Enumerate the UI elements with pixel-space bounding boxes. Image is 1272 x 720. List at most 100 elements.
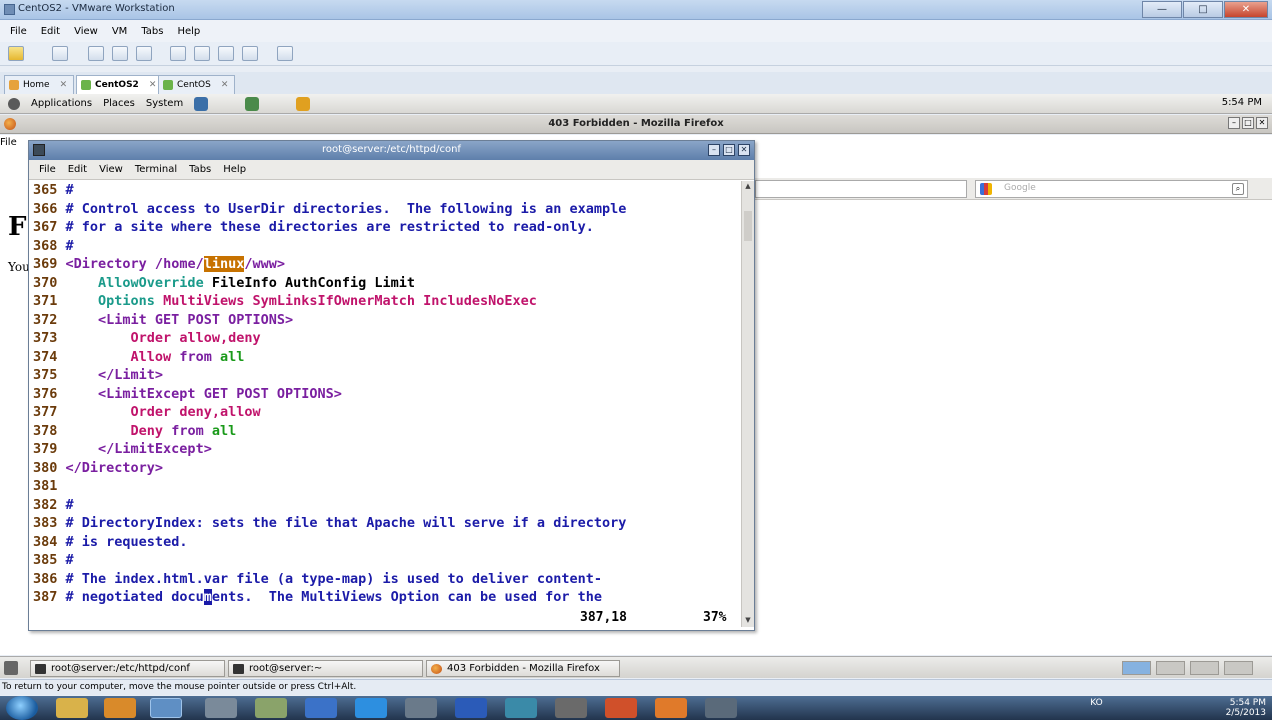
app-icon[interactable] <box>205 698 237 718</box>
app-icon[interactable] <box>555 698 587 718</box>
code-line: 367 # for a site where these directories… <box>33 219 594 235</box>
language-indicator[interactable]: KO <box>1090 698 1103 708</box>
terminal-window[interactable]: root@server:/etc/httpd/conf – □ ✕ File E… <box>28 140 755 631</box>
send-ctrl-alt-del-icon[interactable] <box>52 46 68 61</box>
media-player-icon[interactable] <box>104 698 136 718</box>
panel-clock[interactable]: 5:54 PM <box>1222 97 1262 108</box>
scroll-down-icon[interactable]: ▼ <box>743 616 753 626</box>
view-thumbnail-icon[interactable] <box>194 46 210 61</box>
app-icon[interactable] <box>705 698 737 718</box>
scroll-thumb[interactable] <box>744 211 752 241</box>
network-icon[interactable] <box>194 96 209 111</box>
panel-applications-menu[interactable]: Applications <box>31 98 92 109</box>
app-icon[interactable] <box>405 698 437 718</box>
close-tab-icon[interactable]: ✕ <box>149 80 157 90</box>
panel-places-menu[interactable]: Places <box>103 98 135 109</box>
update-icon[interactable] <box>296 96 311 111</box>
minimize-button[interactable]: – <box>708 144 720 156</box>
close-button[interactable]: ✕ <box>1256 117 1268 129</box>
powerpoint-icon[interactable] <box>605 698 637 718</box>
code-line: 365 # <box>33 182 74 198</box>
taskbar-item-firefox[interactable]: 403 Forbidden - Mozilla Firefox <box>426 660 620 677</box>
scroll-up-icon[interactable]: ▲ <box>743 182 753 192</box>
app-icon[interactable] <box>505 698 537 718</box>
code-line: 381 <box>33 478 58 494</box>
code-line: 385 # <box>33 552 74 568</box>
vmware-titlebar: CentOS2 - VMware Workstation — □ ✕ <box>0 0 1272 20</box>
console-view-icon[interactable] <box>277 46 293 61</box>
search-box[interactable]: Google ⌕ <box>975 180 1248 198</box>
power-icon[interactable] <box>8 46 24 61</box>
close-button[interactable]: ✕ <box>1224 1 1268 18</box>
terminal-titlebar: root@server:/etc/httpd/conf – □ ✕ <box>29 141 754 160</box>
vmware-taskbar-icon[interactable] <box>150 698 182 718</box>
revert-snapshot-icon[interactable] <box>112 46 128 61</box>
taskbar-item-terminal-home[interactable]: root@server:~ <box>228 660 423 677</box>
menu-file[interactable]: File <box>39 164 56 175</box>
menu-edit[interactable]: Edit <box>41 26 60 37</box>
close-tab-icon[interactable]: ✕ <box>221 80 229 90</box>
terminal-icon <box>35 664 46 674</box>
view-console-icon[interactable] <box>170 46 186 61</box>
menu-view[interactable]: View <box>74 26 98 37</box>
firefox-navbar: Google ⌕ <box>755 178 1272 200</box>
close-button[interactable]: ✕ <box>738 144 750 156</box>
tray-clock[interactable]: 5:54 PM 2/5/2013 <box>1226 698 1266 718</box>
windows-taskbar: KO 5:54 PM 2/5/2013 <box>0 696 1272 720</box>
code-line: 377 Order deny,allow <box>33 404 261 420</box>
maximize-button[interactable]: □ <box>1183 1 1223 18</box>
menu-help[interactable]: Help <box>223 164 246 175</box>
workspace-2[interactable] <box>1156 661 1185 675</box>
unity-icon[interactable] <box>242 46 258 61</box>
maximize-button[interactable]: □ <box>723 144 735 156</box>
maximize-button[interactable]: □ <box>1242 117 1254 129</box>
terminal-scrollbar[interactable]: ▲ ▼ <box>741 181 754 627</box>
app-icon[interactable] <box>255 698 287 718</box>
menu-tabs[interactable]: Tabs <box>141 26 163 37</box>
tab-centos[interactable]: CentOS ✕ <box>158 75 236 94</box>
full-screen-icon[interactable] <box>218 46 234 61</box>
vmware-menubar: File Edit View VM Tabs Help <box>0 20 1272 42</box>
home-icon <box>9 80 19 90</box>
workspace-3[interactable] <box>1190 661 1219 675</box>
menu-help[interactable]: Help <box>177 26 200 37</box>
explorer-icon[interactable] <box>56 698 88 718</box>
windows-start-button[interactable] <box>6 696 38 720</box>
search-highlight: linux <box>203 256 245 272</box>
menu-tabs[interactable]: Tabs <box>189 164 211 175</box>
code-line: 366 # Control access to UserDir director… <box>33 200 627 217</box>
menu-terminal[interactable]: Terminal <box>135 164 177 175</box>
close-tab-icon[interactable]: ✕ <box>60 80 68 90</box>
tab-home[interactable]: Home ✕ <box>4 75 75 94</box>
snapshot-manager-icon[interactable] <box>136 46 152 61</box>
search-icon[interactable]: ⌕ <box>1232 183 1244 195</box>
code-line: 374 Allow from all <box>33 348 245 365</box>
firefox-icon <box>431 664 442 674</box>
workspace-4[interactable] <box>1224 661 1253 675</box>
show-desktop-icon[interactable] <box>4 661 18 675</box>
panel-system-menu[interactable]: System <box>146 98 183 109</box>
menu-edit[interactable]: Edit <box>68 164 87 175</box>
minimize-button[interactable]: — <box>1142 1 1182 18</box>
gnome-foot-icon <box>8 97 20 110</box>
terminal-icon <box>233 664 244 674</box>
taskbar-item-terminal-conf[interactable]: root@server:/etc/httpd/conf <box>30 660 225 677</box>
code-line: 369 <Directory /home/linux/www> <box>33 256 285 272</box>
menu-file[interactable]: File <box>10 26 27 37</box>
vmware-window-title: CentOS2 - VMware Workstation <box>18 3 175 14</box>
workspace-1[interactable] <box>1122 661 1151 675</box>
menu-view[interactable]: View <box>99 164 123 175</box>
app-icon[interactable] <box>305 698 337 718</box>
tab-centos2[interactable]: CentOS2 ✕ <box>76 75 164 94</box>
terminal-screen[interactable]: 365 # 366 # Control access to UserDir di… <box>29 181 742 631</box>
url-bar[interactable] <box>755 180 967 198</box>
minimize-button[interactable]: – <box>1228 117 1240 129</box>
word-icon[interactable] <box>455 698 487 718</box>
menu-vm[interactable]: VM <box>112 26 127 37</box>
code-line: 387 # negotiated documents. The MultiVie… <box>33 589 602 605</box>
terminal-launcher-icon[interactable] <box>245 96 260 111</box>
firefox-taskbar-icon[interactable] <box>655 698 687 718</box>
firefox-menu-file[interactable]: File <box>0 137 17 148</box>
internet-explorer-icon[interactable] <box>355 698 387 718</box>
snapshot-icon[interactable] <box>88 46 104 61</box>
